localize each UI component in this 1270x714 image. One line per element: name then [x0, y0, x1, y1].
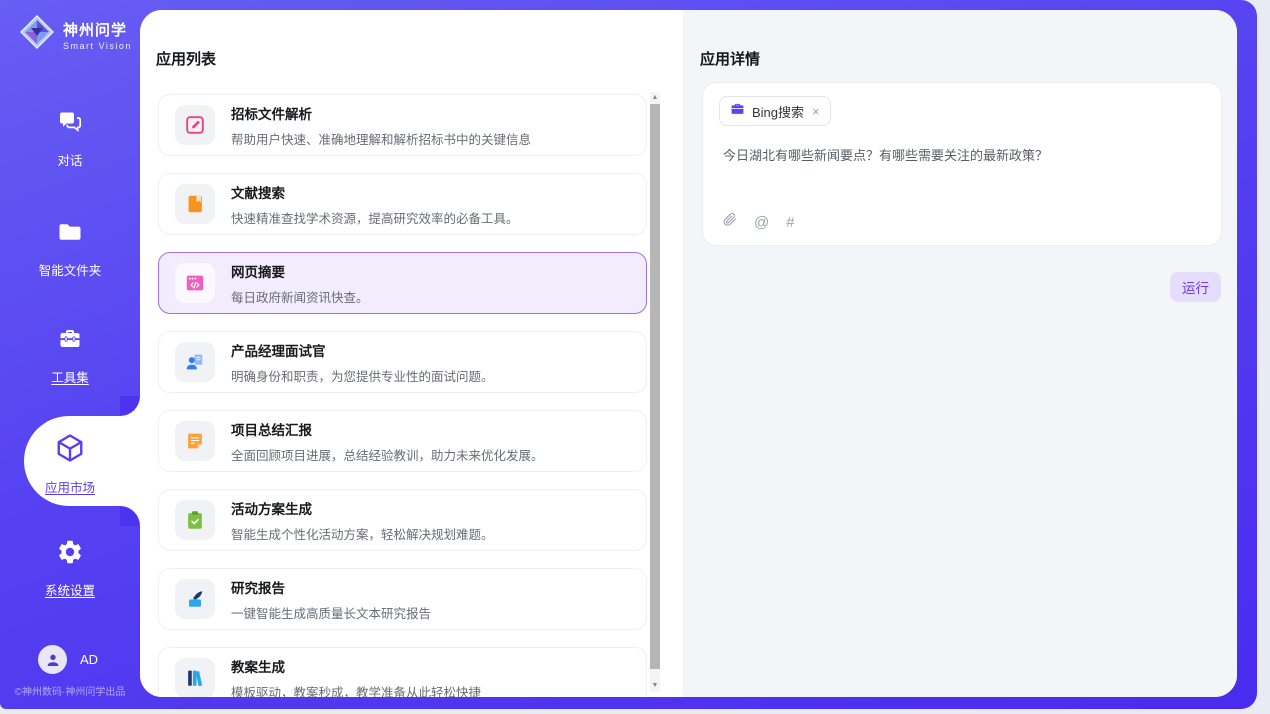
app-item-desc: 快速精准查找学术资源，提高研究效率的必备工具。	[231, 208, 519, 227]
app-item-desc: 每日政府新闻资讯快查。	[231, 287, 369, 306]
browser-code-icon	[175, 263, 215, 303]
app-list-item[interactable]: 产品经理面试官 明确身份和职责，为您提供专业性的面试问题。	[158, 331, 647, 393]
app-list-panel: 应用列表 招标文件解析 帮助用户快速、准确地理解和解析招标书中的关键信息 文献搜…	[140, 10, 683, 697]
chat-icon	[56, 108, 84, 141]
person-icon	[45, 652, 61, 668]
copyright-text: ©神州数码·神州问学出品	[0, 683, 140, 698]
app-item-title: 网页摘要	[231, 261, 369, 281]
sidebar-item-label: 系统设置	[45, 580, 95, 599]
app-item-title: 教案生成	[231, 656, 481, 676]
sidebar-item-settings[interactable]: 系统设置	[0, 538, 140, 599]
app-item-desc: 帮助用户快速、准确地理解和解析招标书中的关键信息	[231, 129, 531, 148]
app-item-title: 项目总结汇报	[231, 419, 544, 439]
app-item-title: 招标文件解析	[231, 103, 531, 123]
scrollbar-thumb[interactable]	[650, 104, 660, 669]
app-item-title: 文献搜索	[231, 182, 519, 202]
briefcase-icon	[730, 101, 745, 121]
content-area: 应用列表 招标文件解析 帮助用户快速、准确地理解和解析招标书中的关键信息 文献搜…	[140, 10, 1237, 697]
app-item-title: 产品经理面试官	[231, 340, 494, 360]
mention-at-icon[interactable]: @	[754, 214, 769, 231]
app-list-item[interactable]: 招标文件解析 帮助用户快速、准确地理解和解析招标书中的关键信息	[158, 94, 647, 156]
avatar	[38, 645, 67, 674]
user-account[interactable]: AD	[38, 645, 98, 674]
brand-name: 神州问学	[63, 19, 132, 40]
bubble-fillet-bottom	[120, 506, 140, 526]
app-list-item[interactable]: 文献搜索 快速精准查找学术资源，提高研究效率的必备工具。	[158, 173, 647, 235]
gear-icon	[56, 538, 84, 571]
scrollbar[interactable]: ▲ ▼	[650, 92, 660, 692]
books-icon	[175, 658, 215, 697]
app-item-desc: 模板驱动，教案秒成，教学准备从此轻松快捷	[231, 682, 481, 698]
app-item-desc: 一键智能生成高质量长文本研究报告	[231, 603, 431, 622]
app-window: 神州问学 Smart Vision 对话	[0, 0, 1257, 709]
sidebar-item-chat[interactable]: 对话	[0, 108, 140, 169]
close-icon[interactable]: ×	[812, 104, 820, 119]
app-list-item[interactable]: 项目总结汇报 全面回顾项目进展，总结经验教训，助力未来优化发展。	[158, 410, 647, 472]
tool-tag-label: Bing搜索	[752, 102, 804, 121]
sidebar-item-label: 对话	[57, 150, 82, 169]
app-item-desc: 智能生成个性化活动方案，轻松解决规划难题。	[231, 524, 494, 543]
app-list-item[interactable]: 研究报告 一键智能生成高质量长文本研究报告	[158, 568, 647, 630]
app-item-desc: 明确身份和职责，为您提供专业性的面试问题。	[231, 366, 494, 385]
attachment-toolbar: @ #	[722, 211, 795, 233]
brand-logo: 神州问学 Smart Vision	[18, 13, 132, 56]
sidebar: 神州问学 Smart Vision 对话	[0, 0, 140, 709]
sidebar-item-app-market[interactable]: 应用市场	[0, 433, 140, 496]
app-list-item[interactable]: 网页摘要 每日政府新闻资讯快查。	[158, 252, 647, 314]
prompt-text[interactable]: 今日湖北有哪些新闻要点？有哪些需要关注的最新政策？	[723, 145, 1193, 164]
sidebar-item-label: 智能文件夹	[39, 260, 102, 279]
book-icon	[175, 184, 215, 224]
brand-tagline: Smart Vision	[63, 41, 132, 51]
prompt-card[interactable]: Bing搜索 × 今日湖北有哪些新闻要点？有哪些需要关注的最新政策？ @ #	[702, 82, 1222, 246]
doc-edit-icon	[175, 105, 215, 145]
hash-icon[interactable]: #	[786, 214, 794, 231]
app-list-item[interactable]: 教案生成 模板驱动，教案秒成，教学准备从此轻松快捷	[158, 647, 647, 697]
run-button[interactable]: 运行	[1170, 272, 1221, 302]
app-detail-title: 应用详情	[700, 48, 760, 69]
sidebar-item-label: 应用市场	[45, 477, 95, 496]
scroll-down-icon[interactable]: ▼	[650, 681, 660, 691]
bubble-fillet-top	[120, 396, 140, 416]
folder-icon	[56, 218, 84, 251]
sidebar-item-toolset[interactable]: 工具集	[0, 325, 140, 386]
research-icon	[175, 579, 215, 619]
app-list: 招标文件解析 帮助用户快速、准确地理解和解析招标书中的关键信息 文献搜索 快速精…	[158, 94, 647, 697]
user-name: AD	[80, 652, 98, 667]
screen: 神州问学 Smart Vision 对话	[0, 0, 1270, 714]
note-icon	[175, 421, 215, 461]
app-item-title: 研究报告	[231, 577, 431, 597]
sidebar-item-smart-folder[interactable]: 智能文件夹	[0, 218, 140, 279]
cube-icon	[55, 433, 85, 468]
paperclip-icon[interactable]	[722, 211, 737, 233]
tool-tag-bing-search[interactable]: Bing搜索 ×	[719, 96, 831, 126]
app-item-title: 活动方案生成	[231, 498, 494, 518]
app-list-item[interactable]: 活动方案生成 智能生成个性化活动方案，轻松解决规划难题。	[158, 489, 647, 551]
clipboard-check-icon	[175, 500, 215, 540]
diamond-logo-icon	[18, 13, 56, 56]
app-item-desc: 全面回顾项目进展，总结经验教训，助力未来优化发展。	[231, 445, 544, 464]
brand-text: 神州问学 Smart Vision	[63, 19, 132, 51]
sidebar-item-label: 工具集	[51, 367, 89, 386]
interview-icon	[175, 342, 215, 382]
toolbox-icon	[56, 325, 84, 358]
app-detail-panel: 应用详情 Bing搜索 × 今日湖北有哪些新闻要点？有哪些需要关注的最新政策？	[683, 10, 1237, 697]
app-list-title: 应用列表	[156, 48, 216, 69]
scroll-up-icon[interactable]: ▲	[650, 93, 660, 103]
